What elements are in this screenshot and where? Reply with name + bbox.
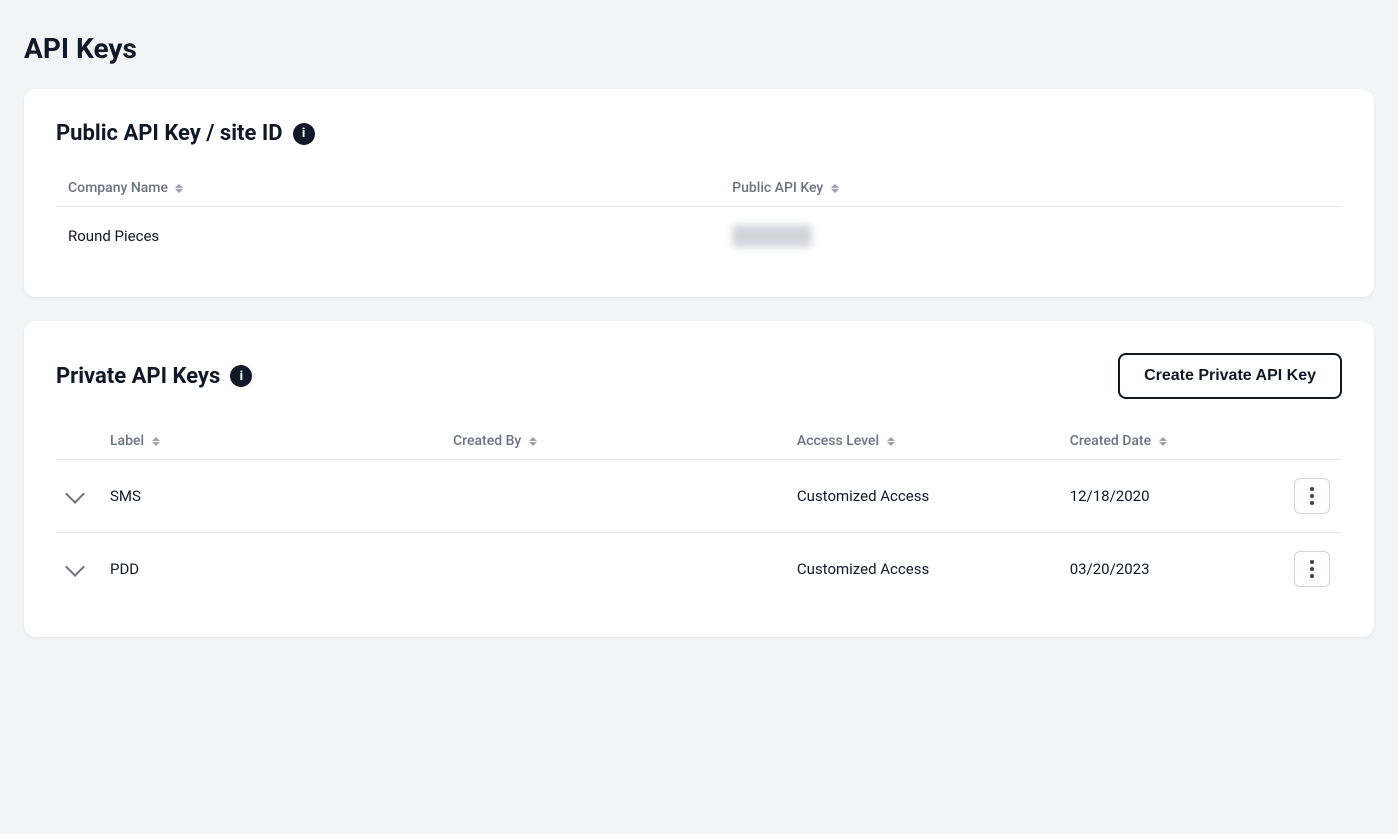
- row-expand-pdd[interactable]: [56, 533, 98, 606]
- private-api-keys-info-icon[interactable]: i: [230, 365, 252, 387]
- private-api-keys-header: Private API Keys i Create Private API Ke…: [56, 353, 1342, 399]
- private-api-keys-card: Private API Keys i Create Private API Ke…: [24, 321, 1374, 637]
- col-header-access-level[interactable]: Access Level: [785, 423, 1058, 460]
- cell-label-sms: SMS: [98, 460, 441, 533]
- col-header-actions: [1282, 423, 1342, 460]
- more-menu-button-sms[interactable]: [1294, 478, 1330, 514]
- cell-public-api-key: hidden: [720, 207, 1342, 266]
- cell-label-pdd: PDD: [98, 533, 441, 606]
- public-api-key-info-icon[interactable]: i: [293, 123, 315, 145]
- three-dots-icon: [1310, 487, 1314, 505]
- private-api-keys-title: Private API Keys: [56, 364, 220, 389]
- cell-actions-pdd: [1282, 533, 1342, 606]
- cell-created-date-sms: 12/18/2020: [1058, 460, 1282, 533]
- sort-created-date-icon[interactable]: [1159, 437, 1167, 446]
- public-api-key-card: Public API Key / site ID i Company Name …: [24, 89, 1374, 297]
- blurred-api-key: hidden: [732, 225, 812, 247]
- cell-access-level-sms: Customized Access: [785, 460, 1058, 533]
- page-title: API Keys: [24, 32, 1374, 65]
- private-api-keys-title-group: Private API Keys i: [56, 364, 252, 389]
- sort-created-by-icon[interactable]: [529, 437, 537, 446]
- three-dots-icon: [1310, 560, 1314, 578]
- col-header-public-api-key[interactable]: Public API Key: [720, 170, 1342, 207]
- chevron-down-icon[interactable]: [65, 557, 85, 577]
- cell-created-by-sms: [441, 460, 785, 533]
- sort-label-icon[interactable]: [152, 437, 160, 446]
- sort-public-api-key-icon[interactable]: [831, 184, 839, 193]
- col-header-created-by[interactable]: Created By: [441, 423, 785, 460]
- col-header-company-name[interactable]: Company Name: [56, 170, 720, 207]
- public-api-key-table: Company Name Public API Key Round P: [56, 170, 1342, 265]
- private-api-keys-table: Label Created By Access Level: [56, 423, 1342, 605]
- col-header-label[interactable]: Label: [98, 423, 441, 460]
- cell-actions-sms: [1282, 460, 1342, 533]
- col-header-created-date[interactable]: Created Date: [1058, 423, 1282, 460]
- cell-company-name: Round Pieces: [56, 207, 720, 266]
- table-row: Round Pieces hidden: [56, 207, 1342, 266]
- public-api-key-header: Public API Key / site ID i: [56, 121, 1342, 146]
- table-row: SMS Customized Access 12/18/2020: [56, 460, 1342, 533]
- cell-access-level-pdd: Customized Access: [785, 533, 1058, 606]
- create-private-api-key-button[interactable]: Create Private API Key: [1118, 353, 1342, 399]
- cell-created-date-pdd: 03/20/2023: [1058, 533, 1282, 606]
- sort-access-level-icon[interactable]: [887, 437, 895, 446]
- table-row: PDD Customized Access 03/20/2023: [56, 533, 1342, 606]
- col-header-expand: [56, 423, 98, 460]
- chevron-down-icon[interactable]: [65, 484, 85, 504]
- public-api-key-title: Public API Key / site ID: [56, 121, 283, 146]
- more-menu-button-pdd[interactable]: [1294, 551, 1330, 587]
- sort-company-name-icon[interactable]: [175, 184, 183, 193]
- cell-created-by-pdd: [441, 533, 785, 606]
- row-expand-sms[interactable]: [56, 460, 98, 533]
